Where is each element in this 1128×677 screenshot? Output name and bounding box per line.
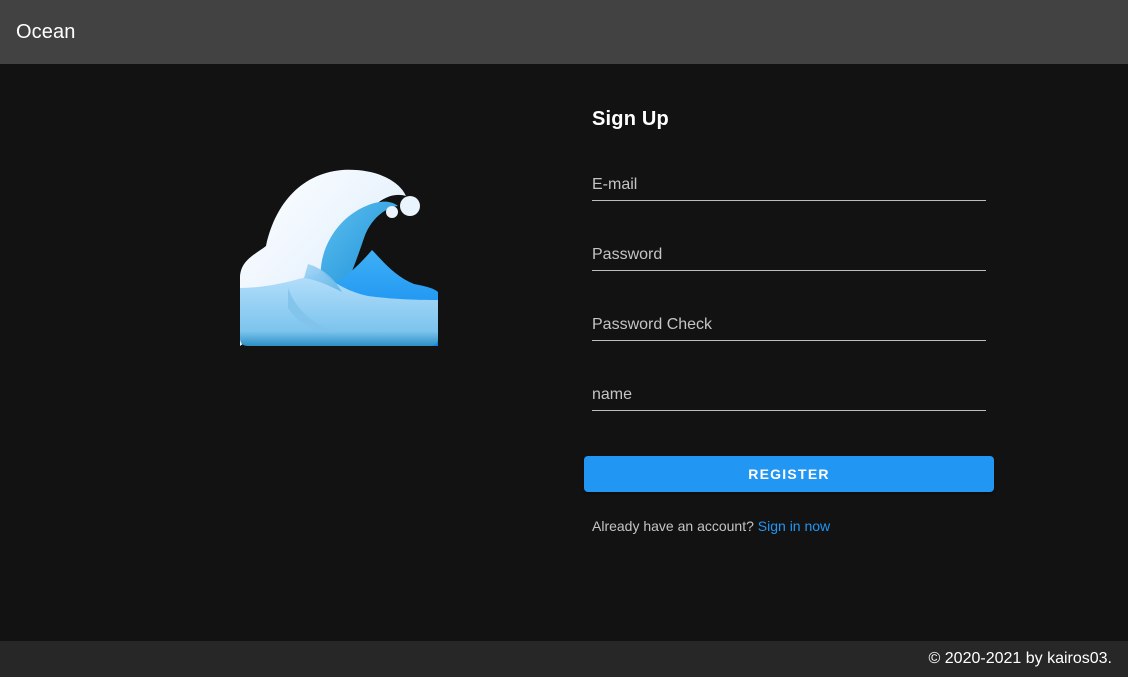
main-content <box>0 64 1128 641</box>
app-title: Ocean <box>16 20 76 43</box>
register-button[interactable]: REGISTER <box>584 456 994 492</box>
password-field <box>592 241 986 271</box>
name-input[interactable] <box>592 381 986 409</box>
email-input[interactable] <box>592 171 986 199</box>
footer-copyright: © 2020-2021 by kairos03. <box>928 650 1112 667</box>
form-title: Sign Up <box>592 108 669 130</box>
signin-link[interactable]: Sign in now <box>758 518 830 534</box>
footer: © 2020-2021 by kairos03. <box>0 641 1128 677</box>
password-check-field <box>592 311 986 341</box>
name-field <box>592 381 986 411</box>
password-check-input[interactable] <box>592 311 986 339</box>
signin-prompt-line: Already have an account? Sign in now <box>592 518 830 534</box>
app-bar: Ocean <box>0 0 1128 64</box>
signin-prompt-text: Already have an account? <box>592 518 754 534</box>
password-input[interactable] <box>592 241 986 269</box>
water-wave-icon <box>240 169 438 346</box>
email-field <box>592 171 986 201</box>
